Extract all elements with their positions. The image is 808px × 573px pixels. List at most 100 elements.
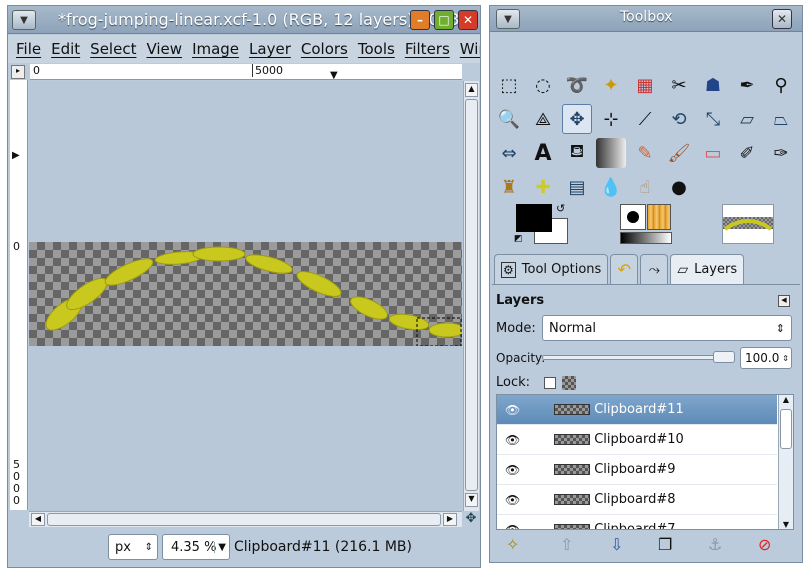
tab-layers[interactable]: ▱ Layers xyxy=(670,254,745,284)
horizontal-ruler[interactable]: 0 5000 ▼ xyxy=(30,64,462,81)
new-layer-icon[interactable]: ✧ xyxy=(506,535,519,554)
clone-icon[interactable]: ♜ xyxy=(494,172,524,202)
menu-file[interactable]: File xyxy=(16,40,41,58)
ink-icon[interactable]: ✑ xyxy=(766,138,796,168)
layer-row[interactable]: 👁 Clipboard#9 xyxy=(497,455,777,485)
blend-icon[interactable] xyxy=(596,138,626,168)
scroll-thumb[interactable] xyxy=(465,99,478,491)
zoom-select[interactable]: 4.35 % ▼ xyxy=(162,534,230,560)
canvas[interactable] xyxy=(29,81,466,511)
eye-icon[interactable]: 👁 xyxy=(505,433,520,447)
menu-windows[interactable]: Windo xyxy=(460,40,480,58)
menu-select[interactable]: Select xyxy=(90,40,136,58)
eraser-icon[interactable]: ▭ xyxy=(698,138,728,168)
menu-filters[interactable]: Filters xyxy=(405,40,450,58)
layer-row[interactable]: 👁 Clipboard#10 xyxy=(497,425,777,455)
tab-undo-history[interactable]: ↶ xyxy=(610,254,639,284)
menu-edit[interactable]: Edit xyxy=(51,40,80,58)
tab-paths[interactable]: ⤳ xyxy=(640,254,669,284)
scroll-right-arrow-icon[interactable]: ▶ xyxy=(443,513,457,526)
free-select-icon[interactable]: ➰ xyxy=(562,70,592,100)
active-image-thumbnail[interactable] xyxy=(722,204,774,244)
scissors-icon[interactable]: ✂ xyxy=(664,70,694,100)
paintbrush-icon[interactable]: 🖌 xyxy=(664,138,694,168)
lock-alpha-checkbox[interactable] xyxy=(544,377,556,389)
eye-icon[interactable]: 👁 xyxy=(505,523,520,530)
close-button[interactable]: ✕ xyxy=(458,10,478,30)
airbrush-icon[interactable]: ✐ xyxy=(732,138,762,168)
rotate-icon[interactable]: ⟲ xyxy=(664,104,694,134)
perspective-icon[interactable]: ⏢ xyxy=(766,104,796,134)
scroll-up-arrow-icon[interactable]: ▲ xyxy=(779,395,793,404)
image-window-titlebar[interactable]: ▼ *frog-jumping-linear.xcf-1.0 (RGB, 12 … xyxy=(8,6,480,34)
eye-icon[interactable]: 👁 xyxy=(505,403,520,417)
align-icon[interactable]: ⊹ xyxy=(596,104,626,134)
move-icon[interactable]: ✥ xyxy=(562,104,592,134)
lower-layer-icon[interactable]: ⇩ xyxy=(610,535,623,554)
perspective-clone-icon[interactable]: ▤ xyxy=(562,172,592,202)
scroll-thumb[interactable] xyxy=(780,409,792,449)
navigate-icon[interactable]: ✥ xyxy=(463,511,479,527)
pencil-icon[interactable]: ✎ xyxy=(630,138,660,168)
scroll-up-arrow-icon[interactable]: ▲ xyxy=(465,83,478,97)
delete-layer-icon[interactable]: ⊘ xyxy=(758,535,771,554)
color-picker-icon[interactable]: ⚲ xyxy=(766,70,796,100)
measure-icon[interactable]: ⟁ xyxy=(528,104,558,134)
raise-layer-icon[interactable]: ⇧ xyxy=(560,535,573,554)
menu-view[interactable]: View xyxy=(146,40,182,58)
gradient-preview[interactable] xyxy=(620,232,672,244)
scroll-thumb[interactable] xyxy=(47,513,441,526)
dodge-burn-icon[interactable]: ● xyxy=(664,172,694,202)
shear-icon[interactable]: ▱ xyxy=(732,104,762,134)
scroll-down-arrow-icon[interactable]: ▼ xyxy=(465,493,478,507)
mode-select[interactable]: Normal ⇕ xyxy=(542,315,792,341)
duplicate-layer-icon[interactable]: ❐ xyxy=(658,535,672,554)
opacity-slider-thumb[interactable] xyxy=(713,351,735,363)
maximize-button[interactable]: □ xyxy=(434,10,454,30)
horizontal-scrollbar[interactable]: ◀ ▶ xyxy=(29,511,462,527)
scale-icon[interactable]: ⤡ xyxy=(698,104,728,134)
window-menu-button[interactable]: ▼ xyxy=(496,9,520,29)
select-by-color-icon[interactable]: ▦ xyxy=(630,70,660,100)
layer-row[interactable]: 👁 Clipboard#8 xyxy=(497,485,777,515)
layers-scrollbar[interactable]: ▲ ▼ xyxy=(778,395,793,529)
heal-icon[interactable]: ✚ xyxy=(528,172,558,202)
image-canvas[interactable] xyxy=(29,242,466,347)
toolbox-titlebar[interactable]: ▼ Toolbox ✕ xyxy=(490,6,802,32)
text-icon[interactable]: A xyxy=(528,138,558,168)
opacity-slider[interactable] xyxy=(542,351,735,363)
layer-row[interactable]: 👁 Clipboard#11 xyxy=(497,395,777,425)
bucket-fill-icon[interactable]: ⛾ xyxy=(562,138,592,168)
eye-icon[interactable]: 👁 xyxy=(505,493,520,507)
panel-menu-icon[interactable]: ◀ xyxy=(778,295,790,307)
flip-icon[interactable]: ⇔ xyxy=(494,138,524,168)
paths-icon[interactable]: ✒ xyxy=(732,70,762,100)
foreground-select-icon[interactable]: ☗ xyxy=(698,70,728,100)
close-button[interactable]: ✕ xyxy=(772,9,792,29)
spinner-icon[interactable]: ⇕ xyxy=(782,354,789,363)
tab-tool-options[interactable]: ⚙ Tool Options xyxy=(494,254,609,284)
ellipse-select-icon[interactable]: ◌ xyxy=(528,70,558,100)
quick-mask-corner[interactable]: ▸ xyxy=(11,65,25,79)
minimize-button[interactable]: – xyxy=(410,10,430,30)
anchor-layer-icon[interactable]: ⚓ xyxy=(708,535,722,554)
unit-select[interactable]: px ⇕ xyxy=(108,534,158,560)
opacity-input[interactable]: 100.0 ⇕ xyxy=(740,347,792,369)
rect-select-icon[interactable]: ⬚ xyxy=(494,70,524,100)
scroll-down-arrow-icon[interactable]: ▼ xyxy=(779,520,793,529)
window-menu-button[interactable]: ▼ xyxy=(12,10,36,30)
foreground-color-swatch-front[interactable] xyxy=(516,204,552,232)
crop-icon[interactable]: ⟋ xyxy=(630,104,660,134)
vertical-scrollbar[interactable]: ▲ ▼ xyxy=(463,81,479,511)
pattern-preview[interactable] xyxy=(647,204,671,230)
swap-colors-icon[interactable]: ↺ xyxy=(556,202,565,215)
menu-tools[interactable]: Tools xyxy=(358,40,395,58)
layer-row[interactable]: 👁 Clipboard#7 xyxy=(497,515,777,530)
smudge-icon[interactable]: ☝ xyxy=(630,172,660,202)
blur-icon[interactable]: 💧 xyxy=(596,172,626,202)
brush-preview[interactable] xyxy=(620,204,646,230)
zoom-icon[interactable]: 🔍 xyxy=(494,104,524,134)
fuzzy-select-icon[interactable]: ✦ xyxy=(596,70,626,100)
menu-colors[interactable]: Colors xyxy=(301,40,348,58)
menu-image[interactable]: Image xyxy=(192,40,239,58)
